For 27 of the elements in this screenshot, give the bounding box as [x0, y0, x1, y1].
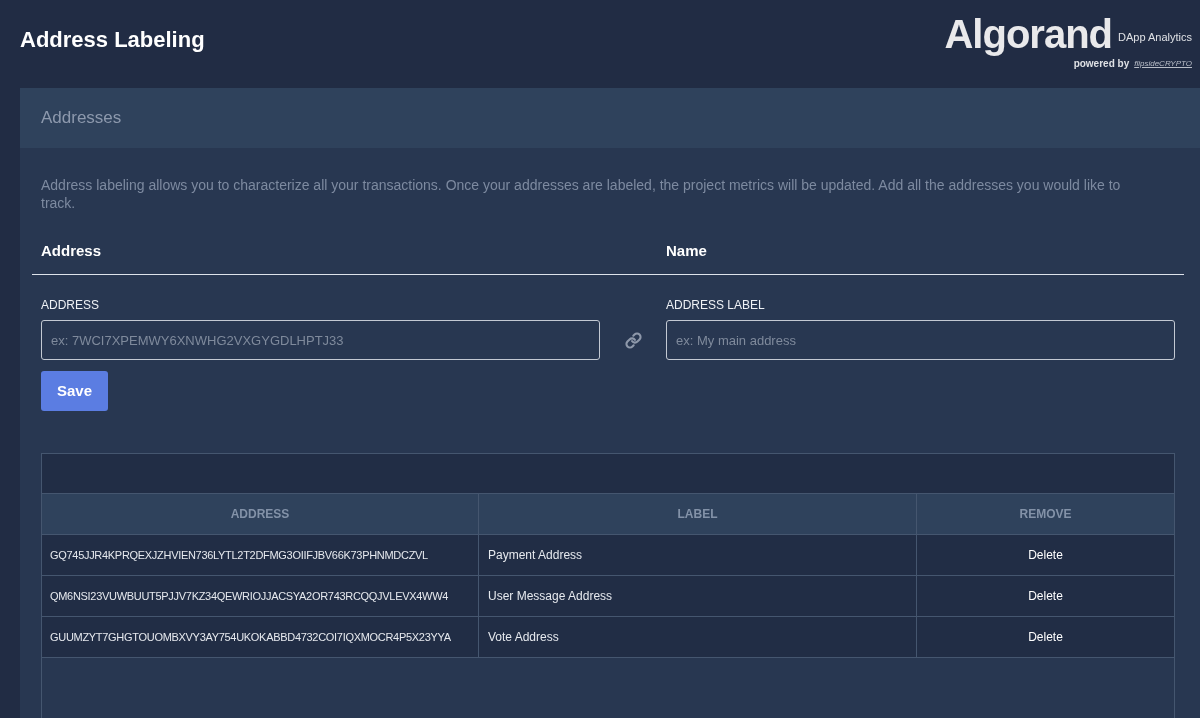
address-text: GQ745JJR4KPRQEXJZHVIEN736LYTL2T2DFMG3OIIFJBV66K73PHNMDCZVL: [50, 547, 428, 563]
delete-link[interactable]: Delete: [1028, 587, 1063, 605]
panel-title: Addresses: [41, 107, 122, 130]
text-input[interactable]: ex: My main address: [666, 320, 1175, 360]
text-input[interactable]: ex: 7WCI7XPEMWY6XNWHG2VXGYGDLHPTJ33: [41, 320, 600, 360]
label-text: Payment Address: [488, 547, 583, 564]
link-icon: [624, 332, 642, 349]
description-text: Address labeling allows you to characterize all your transactions. Once your addresses are labeled, the project metrics will be updated. Add all the addresses you would like to track.: [41, 176, 1122, 212]
delete-link[interactable]: Delete: [1028, 628, 1063, 646]
partner-logo-text: flipsideCRYPTO: [1134, 58, 1192, 70]
page-title: Address Labeling: [20, 26, 205, 54]
form-heading: Address: [41, 242, 102, 259]
logo-wordmark: Algorand: [944, 12, 1112, 56]
powered-by-text: powered by: [1073, 58, 1130, 70]
column-header: ADDRESS: [230, 506, 290, 523]
form-heading: Name: [666, 242, 707, 259]
delete-link[interactable]: Delete: [1028, 546, 1063, 564]
column-header: REMOVE: [1019, 506, 1072, 523]
label-text: Vote Address: [488, 629, 559, 646]
label-text: User Message Address: [488, 588, 613, 605]
address-text: QM6NSI23VUWBUUT5PJJV7KZ34QEWRIOJJACSYA2OR743RCQQJVLEVX4WW4: [50, 588, 449, 604]
column-header: LABEL: [677, 506, 718, 523]
address-text: GUUMZYT7GHGTOUOMBXVY3AY754UKOKABBD4732COI7IQXMOCR4P5X23YYA: [50, 629, 451, 645]
field-label: ADDRESS: [41, 297, 99, 313]
save-button[interactable]: Save: [41, 371, 108, 411]
field-label: ADDRESS LABEL: [666, 297, 765, 313]
logo-subtitle: DApp Analytics: [1118, 30, 1192, 44]
